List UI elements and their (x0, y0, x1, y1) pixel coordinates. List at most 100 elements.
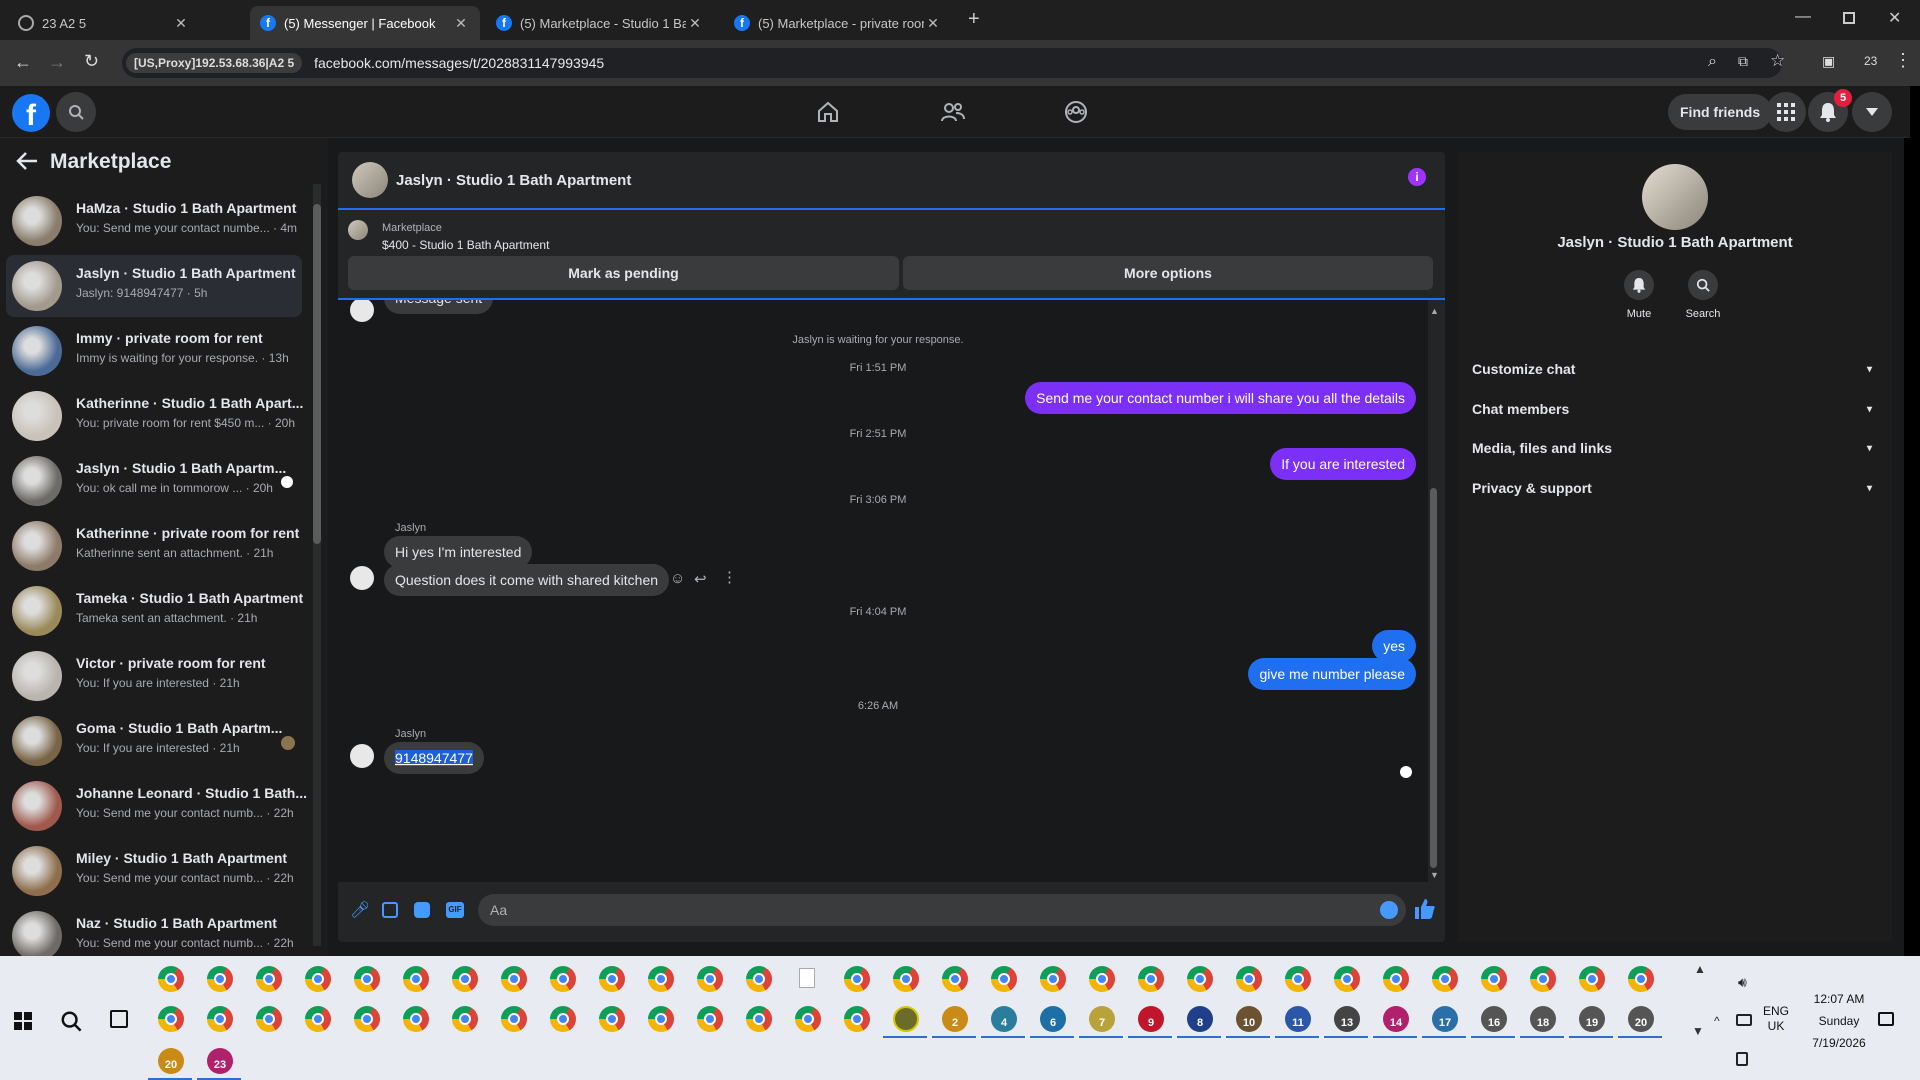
conversation-item[interactable]: Tameka · Studio 1 Bath Apartment Tameka s… (6, 580, 303, 642)
photo-icon[interactable] (382, 902, 398, 918)
chrome-icon[interactable] (158, 1006, 184, 1032)
device-icon[interactable] (1736, 1052, 1748, 1066)
friends-icon[interactable] (940, 100, 966, 124)
groups-icon[interactable] (1064, 100, 1088, 124)
chrome-icon[interactable] (1530, 966, 1556, 992)
close-window-button[interactable]: ✕ (1888, 8, 1901, 28)
chrome-icon[interactable] (207, 1006, 233, 1032)
message-bubble-received[interactable]: 9148947477 (384, 742, 484, 774)
search-icon[interactable] (60, 1010, 82, 1032)
forward-button[interactable]: → (48, 52, 66, 73)
message-input[interactable]: Aa (478, 894, 1406, 926)
chrome-icon[interactable] (1089, 966, 1115, 992)
listing-title[interactable]: $400 - Studio 1 Bath Apartment (382, 238, 549, 252)
chrome-icon[interactable] (1285, 966, 1311, 992)
profile-window-icon[interactable]: 19 (1579, 1006, 1605, 1032)
chrome-icon[interactable] (942, 966, 968, 992)
chrome-icon[interactable] (697, 1006, 723, 1032)
profile-window-icon[interactable]: 23 (207, 1048, 233, 1074)
profile-label[interactable]: 23 (1864, 54, 1877, 68)
chrome-icon[interactable] (256, 1006, 282, 1032)
chrome-icon[interactable] (452, 966, 478, 992)
document-icon[interactable] (799, 968, 815, 988)
tab-messenger[interactable]: f (5) Messenger | Facebook ✕ (250, 6, 480, 40)
close-icon[interactable]: ✕ (924, 15, 942, 32)
chrome-icon[interactable] (1628, 966, 1654, 992)
task-view-icon[interactable] (110, 1010, 128, 1028)
chrome-icon[interactable] (648, 966, 674, 992)
chrome-icon[interactable] (452, 1006, 478, 1032)
chrome-icon[interactable] (991, 966, 1017, 992)
gif-icon[interactable]: GIF (446, 902, 464, 918)
close-icon[interactable]: ✕ (452, 15, 470, 32)
chrome-icon[interactable] (844, 966, 870, 992)
chrome-icon[interactable] (1383, 966, 1409, 992)
conversation-item[interactable]: Victor · private room for rent You: If yo… (6, 645, 302, 707)
chrome-icon[interactable] (893, 966, 919, 992)
more-actions-icon[interactable]: ⋮ (722, 568, 737, 586)
sidebar-scrollbar[interactable] (313, 184, 321, 946)
chrome-icon[interactable] (1481, 966, 1507, 992)
chrome-icon[interactable] (550, 1006, 576, 1032)
close-icon[interactable]: ✕ (686, 15, 704, 32)
back-arrow-icon[interactable] (16, 152, 38, 170)
listing-thumbnail[interactable] (348, 220, 368, 240)
chrome-icon[interactable] (844, 1006, 870, 1032)
chrome-icon[interactable] (158, 966, 184, 992)
profile-window-icon[interactable]: 8 (1187, 1006, 1213, 1032)
reply-icon[interactable]: ↩ (694, 570, 707, 588)
zoom-icon[interactable]: ⌕ (1708, 53, 1717, 71)
profile-window-icon[interactable]: 14 (1383, 1006, 1409, 1032)
show-hidden-icons-icon[interactable]: ▲ (1694, 962, 1706, 976)
profile-window-icon[interactable]: 9 (1138, 1006, 1164, 1032)
search-button[interactable] (56, 92, 96, 132)
install-icon[interactable]: ⧉ (1738, 53, 1748, 70)
message-bubble-sent[interactable]: give me number please (1248, 658, 1416, 690)
like-thumb-icon[interactable] (1414, 898, 1436, 920)
profile-window-icon[interactable]: 11 (1285, 1006, 1311, 1032)
info-icon[interactable]: i (1408, 168, 1426, 186)
reload-button[interactable]: ↻ (84, 51, 99, 72)
minimize-button[interactable]: — (1795, 8, 1811, 26)
chrome-icon[interactable] (746, 966, 772, 992)
clock[interactable]: 12:07 AM Sunday 7/19/2026 (1796, 988, 1882, 1054)
bookmark-star-icon[interactable]: ☆ (1770, 51, 1785, 71)
back-button[interactable]: ← (14, 52, 32, 73)
chevron-up-icon[interactable]: ^ (1714, 1014, 1720, 1028)
conversation-item[interactable]: Jaslyn · Studio 1 Bath Apartment Jaslyn: … (6, 255, 302, 317)
chrome-icon[interactable] (501, 1006, 527, 1032)
react-icon[interactable]: ☺ (670, 570, 685, 587)
conversation-item[interactable]: Immy · private room for rent Immy is wait… (6, 320, 302, 382)
chrome-icon[interactable] (403, 966, 429, 992)
customize-chat-section[interactable]: Customize chat ▾ (1472, 354, 1872, 384)
microphone-icon[interactable]: 🎤︎ (350, 900, 370, 920)
conversation-item[interactable]: Johanne Leonard · Studio 1 Bath... You: S… (6, 775, 307, 837)
chrome-icon[interactable] (207, 966, 233, 992)
close-icon[interactable]: ✕ (172, 15, 190, 32)
profile-window-icon[interactable]: 2 (942, 1006, 968, 1032)
chat-members-section[interactable]: Chat members ▾ (1472, 394, 1872, 424)
profile-window-icon[interactable]: 18 (1530, 1006, 1556, 1032)
chrome-icon[interactable] (354, 966, 380, 992)
conversation-item[interactable]: Miley · Studio 1 Bath Apartment You: Send… (6, 840, 302, 902)
chrome-icon[interactable] (1187, 966, 1213, 992)
side-panel-icon[interactable]: ▣ (1822, 53, 1835, 70)
chrome-icon[interactable] (1138, 966, 1164, 992)
chrome-icon[interactable] (305, 1006, 331, 1032)
profile-window-icon[interactable]: 7 (1089, 1006, 1115, 1032)
chat-avatar[interactable] (352, 162, 388, 198)
profile-window-icon[interactable]: 17 (1432, 1006, 1458, 1032)
media-files-links-section[interactable]: Media, files and links ▾ (1472, 433, 1872, 463)
more-options-button[interactable]: More options (903, 256, 1433, 290)
chrome-icon[interactable] (354, 1006, 380, 1032)
chrome-icon[interactable] (795, 1006, 821, 1032)
privacy-support-section[interactable]: Privacy & support ▾ (1472, 473, 1872, 503)
chrome-icon[interactable] (1579, 966, 1605, 992)
chrome-icon[interactable] (648, 1006, 674, 1032)
chrome-icon[interactable] (1432, 966, 1458, 992)
network-icon[interactable] (1736, 1014, 1752, 1026)
chrome-icon[interactable] (599, 1006, 625, 1032)
contact-avatar-large[interactable] (1642, 164, 1708, 230)
profile-window-icon[interactable]: 4 (991, 1006, 1017, 1032)
chrome-icon[interactable] (256, 966, 282, 992)
